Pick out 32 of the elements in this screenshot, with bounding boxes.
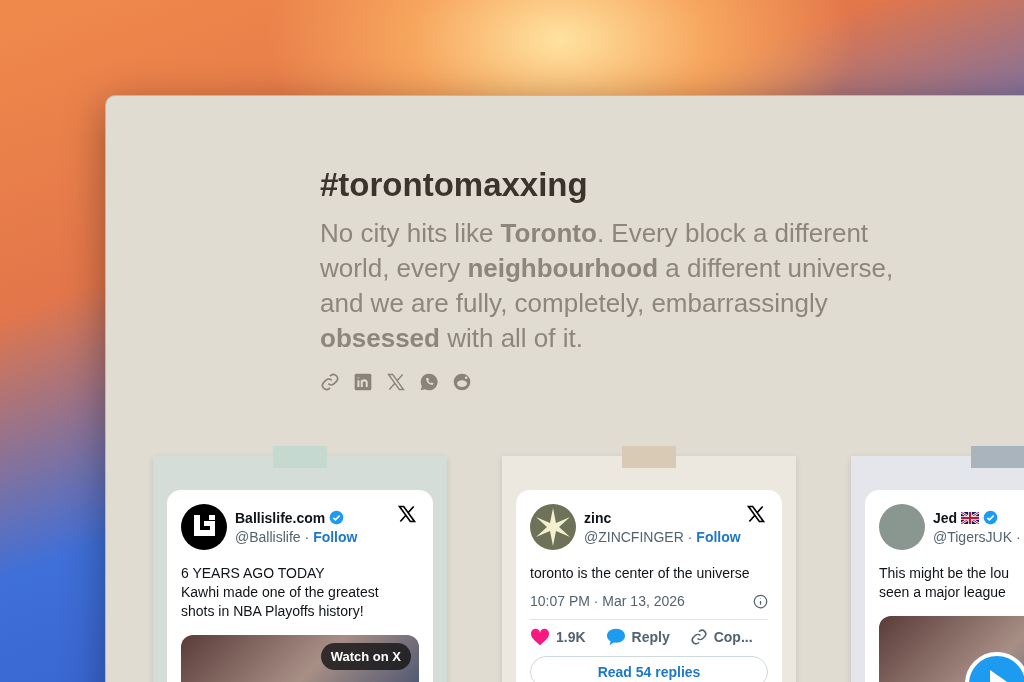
info-icon[interactable]: [753, 593, 768, 609]
x-logo-icon[interactable]: [397, 504, 417, 524]
linkedin-icon[interactable]: [353, 372, 373, 392]
link-icon[interactable]: [320, 372, 340, 392]
author-handle: @TigersJUK ·: [933, 528, 1021, 545]
video-placeholder[interactable]: Watch on X: [181, 635, 419, 682]
watch-on-x-button[interactable]: Watch on X: [320, 643, 411, 670]
author-name: zinc: [584, 509, 612, 526]
photo-placeholder: [879, 504, 925, 550]
read-replies-button[interactable]: Read 54 replies: [530, 656, 768, 682]
star-avatar: [530, 504, 576, 550]
intro-paragraph: No city hits like Toronto. Every block a different world, every neighbourhood a different universe, and we are fully, completely, embarrassingly obsessed with all of it.: [320, 217, 895, 355]
author-handle: @ZINCFINGER ·: [584, 528, 693, 545]
tweet-text: This might be the lou seen a major league: [879, 564, 1010, 602]
whatsapp-icon[interactable]: [419, 372, 439, 392]
copy-link[interactable]: Cop...: [713, 629, 753, 645]
like-count[interactable]: 1.9K: [556, 629, 586, 645]
tweet-text: 6 YEARS AGO TODAY Kawhi made one of the greatest shots in NBA Playoffs history!: [181, 564, 380, 621]
author-handle: @Ballislife ·: [235, 528, 310, 545]
link-icon[interactable]: [689, 628, 708, 646]
follow-link[interactable]: Follow: [696, 528, 741, 545]
author-name: Jed: [933, 509, 958, 526]
author-name: Ballislife.com: [235, 509, 326, 526]
post-timestamp: 10:07 PM · Mar 13, 2026: [530, 593, 685, 609]
page-title: #torontomaxxing: [320, 166, 589, 204]
logo-avatar: [181, 504, 227, 550]
speech-bubble-icon[interactable]: [605, 628, 626, 646]
follow-link[interactable]: Follow: [313, 528, 358, 545]
x-logo-icon[interactable]: [746, 504, 766, 524]
heart-icon[interactable]: [530, 628, 550, 646]
reply-link[interactable]: Reply: [631, 629, 670, 645]
tweet-text: toronto is the center of the universe: [530, 564, 751, 583]
